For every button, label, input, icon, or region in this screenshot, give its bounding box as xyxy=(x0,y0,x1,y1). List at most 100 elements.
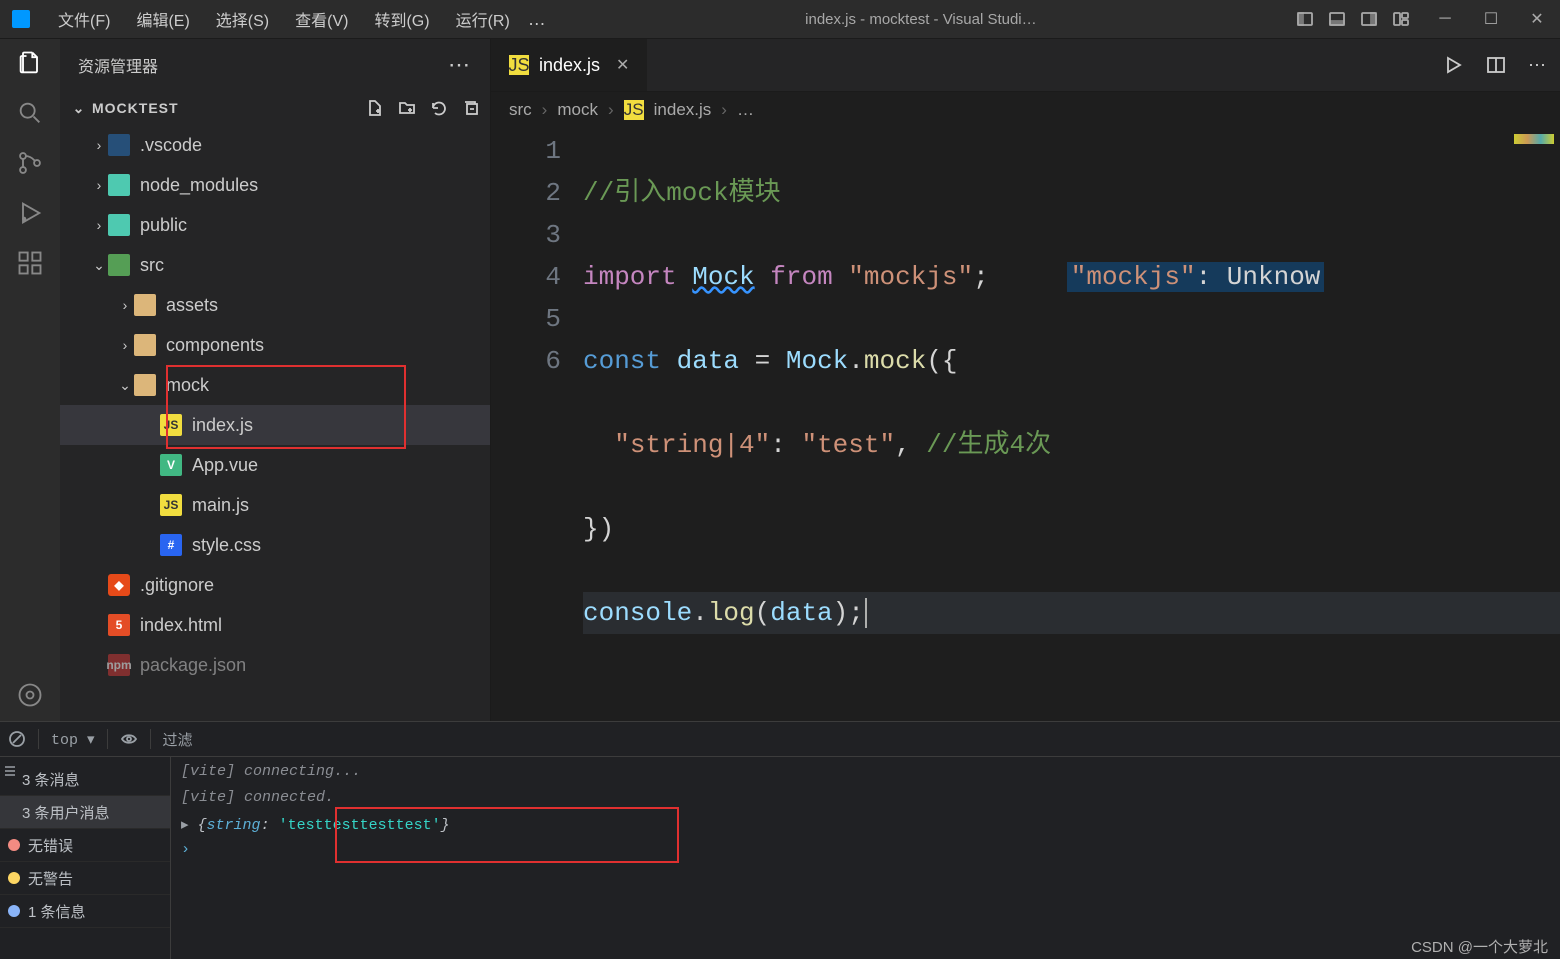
tree-row[interactable]: 5index.html xyxy=(60,605,490,645)
devtools-filter-row[interactable]: 3 条用户消息 xyxy=(0,796,170,829)
status-dot xyxy=(8,839,20,851)
main-menu: 文件(F)编辑(E)选择(S)查看(V)转到(G)运行(R) xyxy=(46,4,522,34)
file-icon xyxy=(134,294,156,316)
remote-icon[interactable] xyxy=(16,681,44,709)
window-title: index.js - mocktest - Visual Studi… xyxy=(546,11,1296,28)
chevron-icon: › xyxy=(90,217,108,233)
tree-row[interactable]: › public xyxy=(60,205,490,245)
file-tree[interactable]: ›.vscode›node_modules›public⌄src›assets›… xyxy=(60,125,490,721)
console-line: [vite] connected. xyxy=(181,789,334,806)
breadcrumb-item[interactable]: src xyxy=(509,100,532,120)
breadcrumb[interactable]: src› mock› JS index.js› … xyxy=(491,92,1560,128)
explorer-section[interactable]: ⌄ MOCKTEST xyxy=(60,91,490,125)
layout-controls[interactable] xyxy=(1296,10,1410,28)
tree-label: main.js xyxy=(192,495,249,516)
run-file-icon[interactable] xyxy=(1444,55,1464,75)
hamburger-icon[interactable] xyxy=(2,763,18,779)
menu-overflow[interactable]: … xyxy=(528,9,546,30)
filter-input[interactable]: 过滤 xyxy=(163,729,193,750)
menu-item[interactable]: 选择(S) xyxy=(204,4,281,34)
devtools-filter-row[interactable]: 无错误 xyxy=(0,829,170,862)
eye-icon[interactable] xyxy=(120,730,138,748)
filter-label: 无错误 xyxy=(28,835,73,856)
menu-item[interactable]: 编辑(E) xyxy=(124,4,201,34)
new-folder-icon[interactable] xyxy=(398,99,416,117)
layout-secondary-icon[interactable] xyxy=(1360,10,1378,28)
tree-row[interactable]: ›node_modules xyxy=(60,165,490,205)
menu-item[interactable]: 运行(R) xyxy=(444,4,522,34)
line-number: 2 xyxy=(491,172,561,214)
extensions-icon[interactable] xyxy=(16,249,44,277)
tree-row[interactable]: ›components xyxy=(60,325,490,365)
vscode-logo-icon xyxy=(12,10,30,28)
tree-label: node_modules xyxy=(140,175,258,196)
file-icon: 5 xyxy=(108,614,130,636)
file-icon xyxy=(108,174,130,196)
search-icon[interactable] xyxy=(16,99,44,127)
file-icon xyxy=(108,214,130,236)
context-selector[interactable]: top ▾ xyxy=(51,730,95,749)
tree-row[interactable]: ›assets xyxy=(60,285,490,325)
tree-label: assets xyxy=(166,295,218,316)
credit-text: CSDN @一个大萝北 xyxy=(1411,936,1548,957)
console-object[interactable]: ▸ {string: 'testtesttesttest'} xyxy=(181,815,1550,841)
filter-label: 3 条用户消息 xyxy=(22,802,110,823)
tree-row[interactable]: JSmain.js xyxy=(60,485,490,525)
tab-close-icon[interactable]: ✕ xyxy=(616,55,629,75)
editor-tabs: JS index.js ✕ ⋯ xyxy=(491,39,1560,92)
filter-label: 1 条信息 xyxy=(28,901,86,922)
menu-item[interactable]: 查看(V) xyxy=(283,4,360,34)
code-editor[interactable]: 123456 //引入mock模块 import Mock from "mock… xyxy=(491,128,1560,721)
line-number: 4 xyxy=(491,256,561,298)
new-file-icon[interactable] xyxy=(366,99,384,117)
clear-console-icon[interactable] xyxy=(8,730,26,748)
tree-row[interactable]: JSindex.js xyxy=(60,405,490,445)
explorer-more-icon[interactable]: ⋯ xyxy=(448,52,472,78)
explorer-icon[interactable] xyxy=(16,49,44,77)
close-button[interactable]: ✕ xyxy=(1514,0,1560,38)
breadcrumb-item[interactable]: mock xyxy=(557,100,598,120)
menu-item[interactable]: 转到(G) xyxy=(362,4,441,34)
minimize-button[interactable]: ─ xyxy=(1422,0,1468,38)
tree-row[interactable]: #style.css xyxy=(60,525,490,565)
tree-row[interactable]: ›.vscode xyxy=(60,125,490,165)
status-dot xyxy=(8,872,20,884)
devtools-filter-row[interactable]: 1 条信息 xyxy=(0,895,170,928)
minimap[interactable] xyxy=(1514,134,1554,144)
tree-label: index.js xyxy=(192,415,253,436)
tree-row[interactable]: VApp.vue xyxy=(60,445,490,485)
layout-custom-icon[interactable] xyxy=(1392,10,1410,28)
run-debug-icon[interactable] xyxy=(16,199,44,227)
tree-row[interactable]: ⌄mock xyxy=(60,365,490,405)
layout-panel-icon[interactable] xyxy=(1328,10,1346,28)
source-control-icon[interactable] xyxy=(16,149,44,177)
breadcrumb-item[interactable]: index.js xyxy=(654,100,712,120)
breadcrumb-item[interactable]: … xyxy=(737,100,754,120)
split-editor-icon[interactable] xyxy=(1486,55,1506,75)
tree-row[interactable]: npmpackage.json xyxy=(60,645,490,685)
devtools-sidebar[interactable]: 3 条消息 3 条用户消息无错误无警告 1 条信息 xyxy=(0,757,171,959)
file-icon: V xyxy=(160,454,182,476)
devtools-console[interactable]: [vite] connecting... [vite] connected. ▸… xyxy=(171,757,1560,959)
devtools-filter-row[interactable]: 无警告 xyxy=(0,862,170,895)
devtools-filter-row[interactable]: 3 条消息 xyxy=(0,763,170,796)
tree-row[interactable]: ⌄src xyxy=(60,245,490,285)
refresh-icon[interactable] xyxy=(430,99,448,117)
editor-more-icon[interactable]: ⋯ xyxy=(1528,55,1546,76)
status-dot xyxy=(8,905,20,917)
explorer-actions xyxy=(366,99,490,117)
file-icon: npm xyxy=(108,654,130,676)
file-icon xyxy=(108,134,130,156)
tree-label: public xyxy=(140,215,187,236)
tab-index-js[interactable]: JS index.js ✕ xyxy=(491,39,648,91)
editor-area: JS index.js ✕ ⋯ src› mock› JS index.js› … xyxy=(491,39,1560,721)
code-content[interactable]: //引入mock模块 import Mock from "mockjs"; "m… xyxy=(583,128,1560,721)
tree-label: .gitignore xyxy=(140,575,214,596)
menu-item[interactable]: 文件(F) xyxy=(46,4,122,34)
chevron-icon: ⌄ xyxy=(90,257,108,274)
layout-primary-icon[interactable] xyxy=(1296,10,1314,28)
maximize-button[interactable]: ☐ xyxy=(1468,0,1514,38)
collapse-all-icon[interactable] xyxy=(462,99,480,117)
tree-row[interactable]: ◆.gitignore xyxy=(60,565,490,605)
tree-label: mock xyxy=(166,375,209,396)
